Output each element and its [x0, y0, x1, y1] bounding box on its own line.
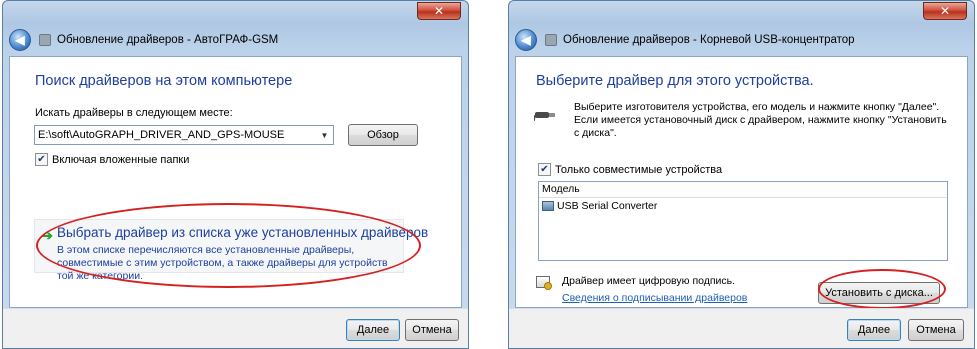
intro-text: Выберите изготовителя устройства, его мо… [574, 101, 947, 139]
next-button[interactable]: Далее [847, 319, 901, 341]
window-title: Обновление драйверов - Корневой USB-конц… [563, 34, 855, 46]
choose-from-list-link[interactable]: Выбрать драйвер из списка уже установлен… [57, 225, 428, 240]
wizard-content: Выберите драйвер для этого устройства. В… [515, 56, 968, 309]
choose-from-list-option[interactable]: ➔ Выбрать драйвер из списка уже установл… [34, 219, 428, 282]
choose-from-list-description: В этом списке перечисляются все установл… [57, 244, 388, 282]
model-column-header[interactable]: Модель [539, 182, 947, 198]
driver-update-window-right: ✕ ◀ Обновление драйверов - Корневой USB-… [508, 0, 975, 349]
close-icon: ✕ [433, 4, 445, 18]
next-button[interactable]: Далее [346, 319, 400, 341]
usb-device-icon [534, 112, 555, 122]
page-heading: Поиск драйверов на этом компьютере [35, 73, 293, 89]
checkmark-icon: ✔ [35, 153, 48, 166]
model-listbox[interactable]: Модель USB Serial Converter [538, 181, 948, 261]
window-titlebar: ◀ Обновление драйверов - Корневой USB-ко… [515, 29, 968, 51]
include-subfolders-checkbox[interactable]: ✔ Включая вложенные папки [35, 153, 189, 166]
path-combobox[interactable]: ▼ [34, 125, 334, 145]
wizard-footer: Далее Отмена [509, 308, 974, 348]
signed-driver-icon [536, 276, 552, 290]
green-arrow-icon: ➔ [42, 228, 53, 243]
compatible-only-checkbox[interactable]: ✔ Только совместимые устройства [538, 163, 722, 176]
wizard-content: Поиск драйверов на этом компьютере Искат… [9, 56, 462, 308]
install-from-disk-button[interactable]: Установить с диска... [818, 282, 940, 304]
include-subfolders-label: Включая вложенные папки [52, 153, 190, 166]
driver-update-window-left: ✕ ◀ Обновление драйверов - АвтоГРАФ-GSM … [2, 0, 469, 349]
compatible-only-label: Только совместимые устройства [555, 163, 723, 176]
device-manager-icon [39, 34, 51, 46]
page-heading: Выберите драйвер для этого устройства. [536, 73, 814, 89]
back-arrow-icon: ◀ [521, 32, 531, 47]
usb-icon [542, 201, 554, 211]
chevron-down-icon[interactable]: ▼ [316, 126, 333, 144]
window-titlebar: ◀ Обновление драйверов - АвтоГРАФ-GSM [9, 29, 462, 51]
close-icon: ✕ [939, 4, 951, 18]
driver-signing-link[interactable]: Сведения о подписывании драйверов [562, 292, 747, 304]
back-arrow-icon: ◀ [15, 32, 25, 47]
wizard-footer: Далее Отмена [3, 308, 468, 348]
cancel-button[interactable]: Отмена [405, 319, 459, 341]
model-name: USB Serial Converter [557, 200, 658, 212]
close-button[interactable]: ✕ [923, 2, 967, 20]
search-location-label: Искать драйверы в следующем месте: [35, 107, 233, 119]
window-title: Обновление драйверов - АвтоГРАФ-GSM [57, 34, 279, 46]
checkmark-icon: ✔ [538, 163, 551, 176]
close-button[interactable]: ✕ [417, 2, 461, 20]
browse-button[interactable]: Обзор [348, 124, 418, 146]
device-manager-icon [545, 34, 557, 46]
path-input[interactable] [35, 126, 316, 144]
back-button[interactable]: ◀ [515, 29, 537, 51]
cancel-button[interactable]: Отмена [908, 319, 964, 341]
signed-driver-text: Драйвер имеет цифровую подпись. [562, 275, 736, 287]
list-item[interactable]: USB Serial Converter [539, 198, 947, 214]
back-button[interactable]: ◀ [9, 29, 31, 51]
